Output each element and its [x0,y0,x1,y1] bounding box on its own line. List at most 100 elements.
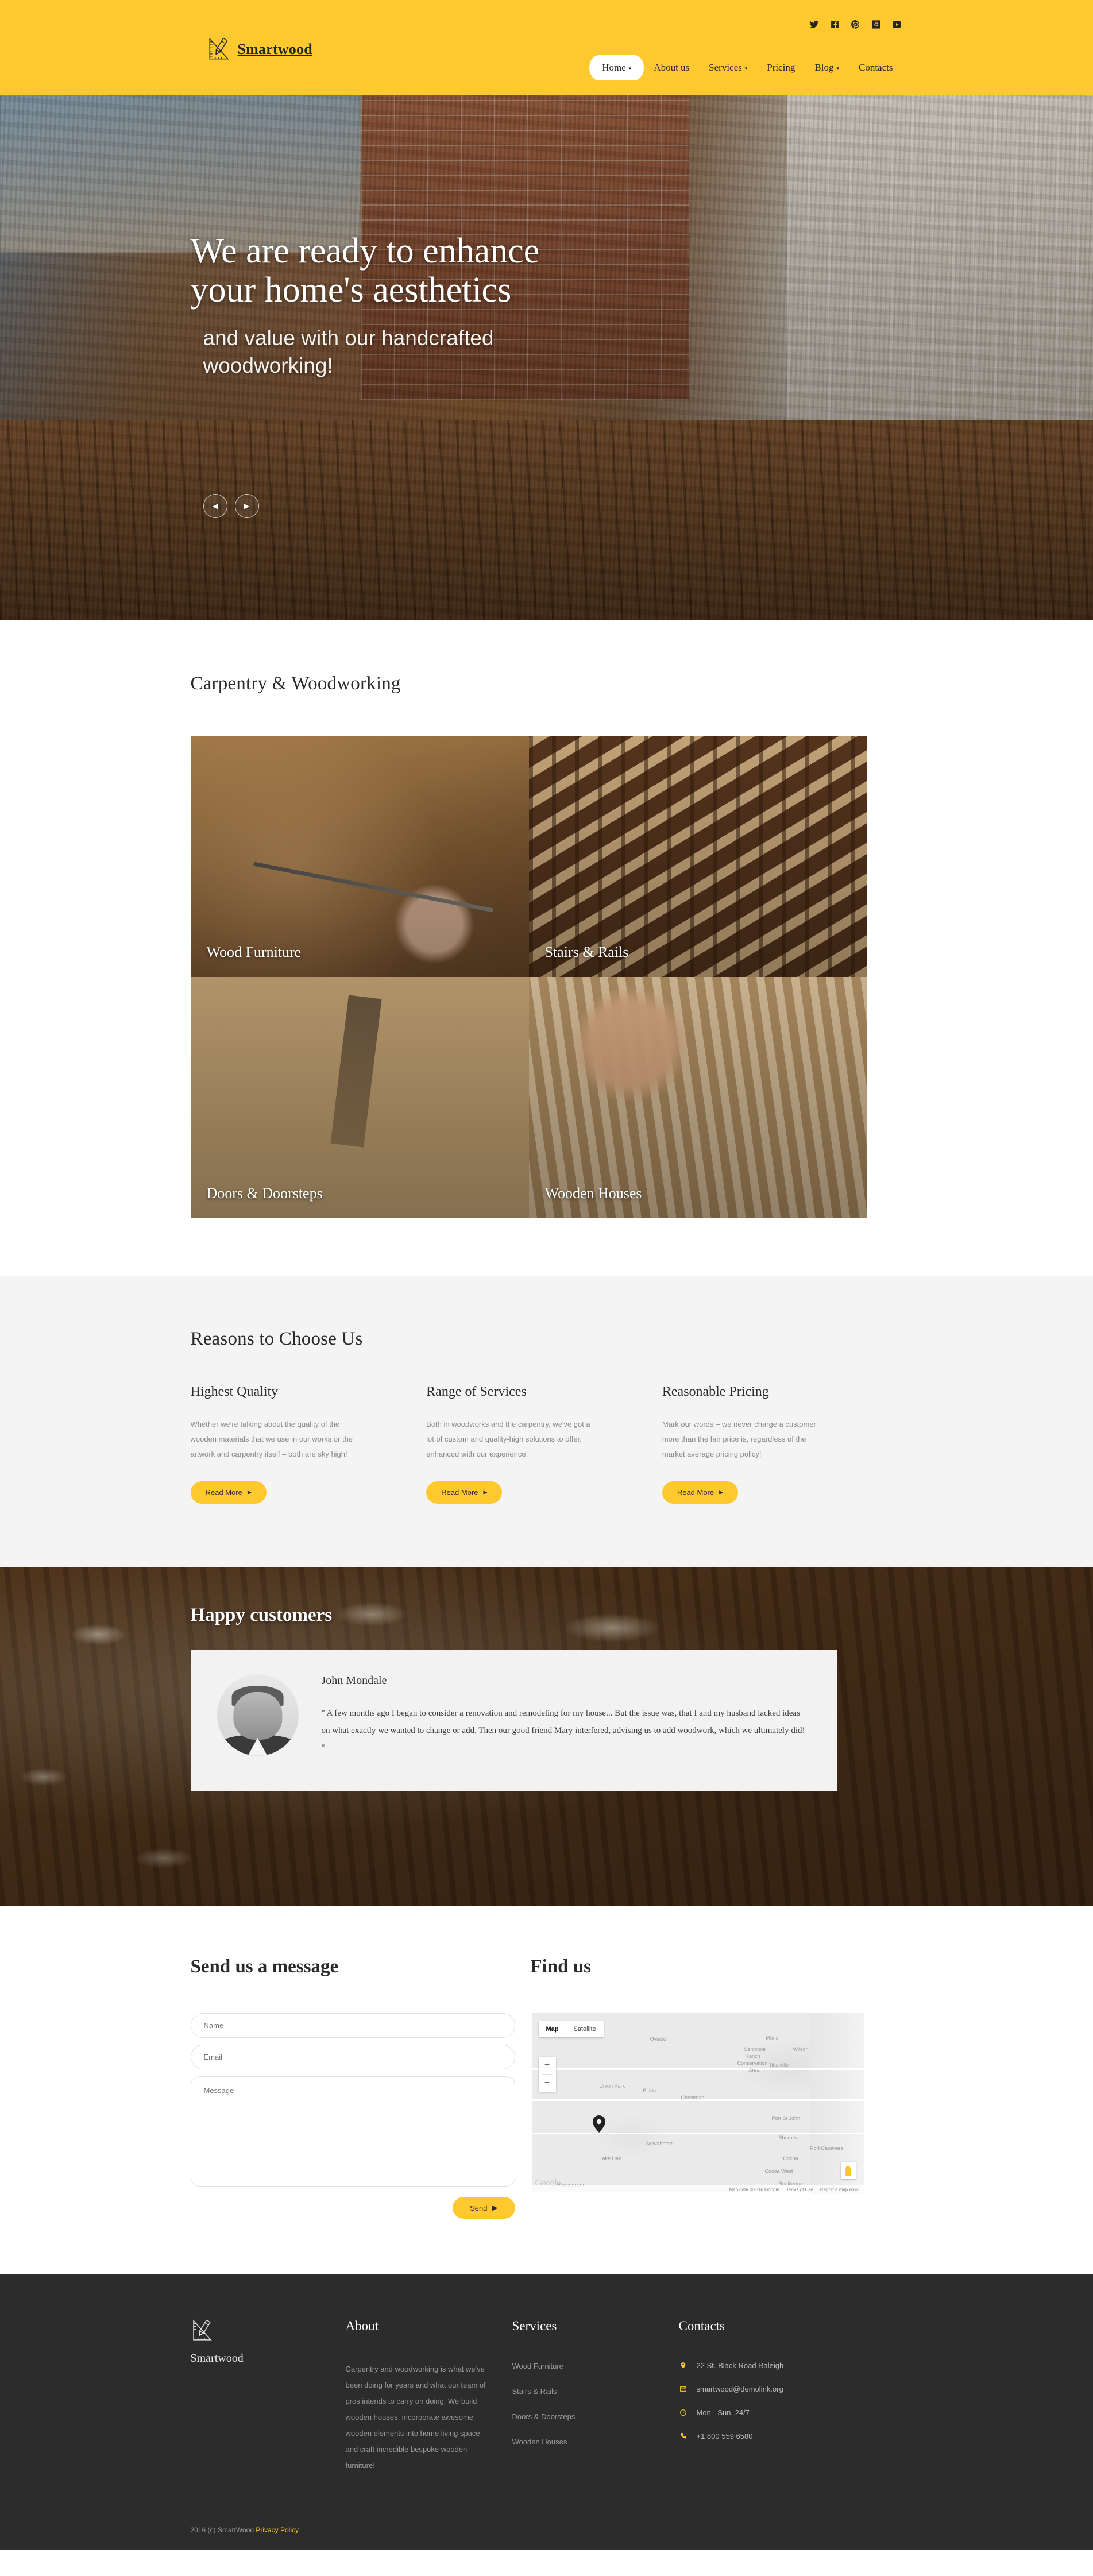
pinterest-icon[interactable] [850,18,862,30]
reason-body: Mark our words – we never charge a custo… [662,1420,816,1458]
read-more-button[interactable]: Read More ▶ [662,1481,739,1504]
list-item: smartwood@demolink.org [679,2385,868,2393]
reason-heading: Highest Quality [190,1384,279,1399]
list-item: 22 St. Black Road Raleigh [679,2361,868,2370]
list-item: +1 800 559 6580 [679,2432,868,2440]
map-place-label: Ranch [745,2053,760,2059]
list-item: Stairs & Rails [512,2386,679,2397]
map-place-label: Titusville [768,2062,789,2068]
footer-contacts-column: Contacts 22 St. Black Road Raleigh smart… [679,2319,868,2474]
hero-copy: We are ready to enhance your home's aest… [191,231,708,379]
slider-next-button[interactable]: ▶ [234,494,259,518]
map-place-label: Cocoa [783,2156,798,2161]
nav-item-blog[interactable]: Blog ▾ [805,56,849,79]
nav-item-pricing[interactable]: Pricing [757,56,805,79]
service-card-wooden-houses[interactable]: Wooden Houses [528,977,867,1218]
name-input[interactable] [190,2013,515,2038]
services-grid: Wood Furniture Stairs & Rails Doors & Do… [190,736,867,1218]
map-title: Find us [530,1956,591,1977]
social-links [809,18,903,30]
nav-item-home[interactable]: Home ▾ [589,55,644,80]
reason-column-highest-quality: Highest Quality Whether we're talking ab… [190,1384,396,1504]
service-card-wood-furniture[interactable]: Wood Furniture [190,736,529,977]
map-report-link[interactable]: Report a map error [820,2187,859,2192]
envelope-icon [679,2385,688,2393]
reasons-columns: Highest Quality Whether we're talking ab… [190,1384,867,1504]
map-type-map-button[interactable]: Map [538,2021,566,2037]
services-section: Carpentry & Woodworking Wood Furniture S… [0,620,1093,1276]
map-place-label: Oviedo [650,2036,667,2042]
chevron-right-icon: ▶ [244,502,250,510]
read-more-button[interactable]: Read More ▶ [426,1481,503,1504]
instagram-icon[interactable] [871,18,882,30]
main-navigation: Home ▾ About us Services ▾ Pricing Blog … [589,55,902,80]
map-place-label: Sharpes [778,2135,798,2141]
site-header: Smartwood Home ▾ About us Services ▾ Pri… [0,0,1093,95]
hero-title-line-1: We are ready to enhance [190,231,540,271]
page-root: Smartwood Home ▾ About us Services ▾ Pri… [0,0,1093,2550]
send-label: Send [470,2203,488,2212]
clock-icon [679,2408,688,2417]
youtube-icon[interactable] [891,18,903,30]
nav-item-contacts[interactable]: Contacts [849,56,903,79]
twitter-icon[interactable] [809,18,820,30]
street-view-pegman-icon[interactable] [840,2162,856,2179]
footer-brand[interactable]: Smartwood [191,2319,346,2474]
privacy-policy-link[interactable]: Privacy Policy [256,2526,299,2534]
reasons-title: Reasons to Choose Us [190,1328,363,1349]
footer-service-link[interactable]: Stairs & Rails [512,2387,557,2396]
footer-service-link[interactable]: Doors & Doorsteps [512,2412,576,2421]
facebook-icon[interactable] [829,18,841,30]
map-zoom-in-button[interactable]: + [538,2057,556,2074]
location-map[interactable]: Map Satellite + − Oviedo Mims Wilson Sem… [530,2013,864,2194]
arrow-right-icon: ▶ [247,1489,252,1495]
map-type-satellite-button[interactable]: Satellite [566,2021,604,2037]
ruler-pencil-logo-icon [208,37,229,60]
site-footer: Smartwood About Carpentry and woodworkin… [0,2274,1093,2550]
map-place-label: Seminole [744,2046,766,2052]
testimonial-quote: " A few months ago I began to consider a… [321,1709,805,1752]
read-more-label: Read More [441,1488,478,1497]
hero-subtitle: and value with our handcrafted woodworki… [203,325,617,379]
services-title: Carpentry & Woodworking [190,673,401,694]
testimonials-title: Happy customers [190,1605,333,1625]
message-textarea[interactable] [190,2076,515,2187]
map-terms-link[interactable]: Terms of Use [786,2187,813,2192]
footer-about-heading: About [345,2319,379,2333]
arrow-right-icon: ▶ [483,1489,488,1495]
send-button[interactable]: Send ▶ [453,2197,515,2219]
service-label: Stairs & Rails [544,944,629,960]
phone-icon [679,2432,688,2440]
nav-label: Services [709,62,742,73]
footer-service-link[interactable]: Wooden Houses [512,2438,567,2446]
slider-prev-button[interactable]: ◀ [203,494,227,518]
footer-service-link[interactable]: Wood Furniture [512,2362,563,2370]
read-more-button[interactable]: Read More ▶ [190,1481,267,1504]
reason-body: Whether we're talking about the quality … [190,1420,353,1458]
testimonial-body: John Mondale " A few months ago I began … [322,1674,810,1756]
service-card-doors-doorsteps[interactable]: Doors & Doorsteps [190,977,529,1218]
footer-logo-text: Smartwood [190,2352,244,2365]
testimonial-card: John Mondale " A few months ago I began … [190,1650,837,1791]
footer-contact-email[interactable]: smartwood@demolink.org [697,2385,783,2393]
reason-heading: Range of Services [426,1384,527,1399]
logo-text: Smartwood [237,41,312,57]
map-place-label: Wilson [793,2046,809,2052]
hero-title-line-2: your home's aesthetics [190,271,512,310]
chevron-left-icon: ◀ [212,502,218,510]
nav-item-about-us[interactable]: About us [644,56,699,79]
arrow-right-icon: ▶ [492,2203,498,2212]
list-item: Wooden Houses [512,2437,679,2447]
nav-label: Blog [814,62,834,73]
footer-about-body: Carpentry and woodworking is what we've … [345,2365,486,2470]
nav-item-services[interactable]: Services ▾ [699,56,757,79]
arrow-right-icon: ▶ [719,1489,724,1495]
reason-heading: Reasonable Pricing [662,1384,769,1399]
site-logo[interactable]: Smartwood [207,37,312,62]
service-card-stairs-rails[interactable]: Stairs & Rails [528,736,867,977]
email-input[interactable] [190,2045,515,2069]
map-place-label: Area [748,2067,760,2073]
testimonial-author: John Mondale [321,1674,387,1687]
map-zoom-out-button[interactable]: − [538,2075,556,2092]
map-place-label: Union Park [599,2083,625,2089]
